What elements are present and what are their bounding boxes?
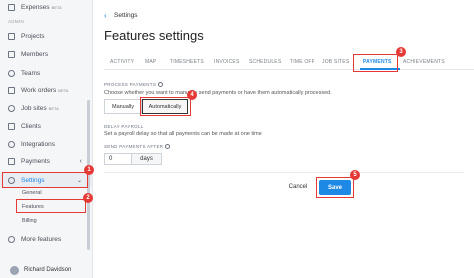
sidebar-item-payments[interactable]: Payments ‹ — [0, 154, 92, 168]
sidebar-item-label: Job sites — [21, 104, 47, 112]
sidebar: Expenses BETA ADMIN Projects Members Tea… — [0, 0, 93, 278]
highlight-save — [316, 177, 354, 198]
sidebar-item-label: More features — [21, 235, 62, 243]
teams-icon — [8, 69, 15, 77]
sidebar-item-job-sites[interactable]: Job sites BETA — [0, 101, 92, 115]
tab-bar: ACTIVITY MAP TIMESHEETS INVOICES SCHEDUL… — [104, 56, 474, 70]
days-unit: days — [132, 153, 162, 165]
expenses-icon — [8, 3, 15, 11]
delay-payroll-description: Set a payroll delay so that all payments… — [104, 131, 262, 137]
sidebar-item-members[interactable]: Members — [0, 47, 92, 61]
clients-icon — [8, 122, 15, 130]
annotation-badge-1: 1 — [84, 165, 94, 175]
sidebar-item-label: Projects — [21, 32, 45, 40]
back-arrow-icon[interactable]: ‹ — [104, 11, 107, 20]
tab-activity[interactable]: ACTIVITY — [110, 59, 134, 65]
tab-timesheets[interactable]: TIMESHEETS — [170, 59, 204, 65]
sidebar-item-work-orders[interactable]: Work orders BETA — [0, 83, 92, 97]
delay-payroll-label: DELAY PAYROLL — [104, 124, 144, 129]
beta-badge: BETA — [48, 105, 59, 111]
tab-time-off[interactable]: TIME OFF — [290, 59, 315, 65]
beta-badge: BETA — [51, 4, 62, 10]
tab-invoices[interactable]: INVOICES — [214, 59, 240, 65]
user-name: Richard Davidson — [24, 267, 72, 273]
folder-icon — [8, 32, 15, 40]
beta-badge: BETA — [58, 87, 69, 93]
highlight-settings — [2, 172, 88, 188]
integrations-icon — [8, 140, 15, 148]
sidebar-item-expenses[interactable]: Expenses BETA — [0, 0, 92, 14]
sidebar-item-label: Teams — [21, 69, 41, 77]
sidebar-item-integrations[interactable]: Integrations — [0, 137, 92, 151]
manually-option[interactable]: Manually — [104, 99, 142, 114]
user-profile[interactable]: Richard Davidson — [0, 262, 92, 278]
sidebar-item-label: Work orders — [21, 86, 57, 94]
sidebar-section-admin: ADMIN — [8, 19, 24, 24]
sidebar-item-more-features[interactable]: More features — [0, 232, 92, 246]
sidebar-item-clients[interactable]: Clients — [0, 119, 92, 133]
process-payments-label: PROCESS PAYMENTS — [104, 82, 164, 88]
process-payments-description: Choose whether you want to manually send… — [104, 90, 332, 96]
sidebar-item-label: Integrations — [21, 140, 55, 148]
annotation-badge-5: 5 — [350, 170, 360, 180]
sidebar-subitem-billing[interactable]: Billing — [22, 215, 37, 226]
avatar — [10, 265, 19, 275]
plus-icon — [8, 235, 15, 243]
annotation-badge-2: 2 — [83, 193, 93, 203]
annotation-badge-3: 3 — [396, 47, 406, 57]
sidebar-subitem-general[interactable]: General — [22, 187, 42, 198]
tab-schedules[interactable]: SCHEDULES — [249, 59, 281, 65]
highlight-automatically — [140, 97, 191, 116]
location-pin-icon — [8, 104, 15, 112]
work-orders-icon — [8, 86, 15, 94]
highlight-payments-tab — [353, 54, 398, 72]
days-input[interactable]: 0 — [104, 153, 132, 165]
sidebar-item-label: Expenses — [21, 3, 50, 11]
annotation-badge-4: 4 — [187, 90, 197, 100]
tab-job-sites[interactable]: JOB SITES — [322, 59, 349, 65]
sidebar-item-teams[interactable]: Teams — [0, 66, 92, 80]
sidebar-item-label: Payments — [21, 157, 50, 165]
breadcrumb[interactable]: Settings — [114, 12, 138, 19]
chevron-left-icon: ‹ — [79, 157, 82, 165]
tab-achievements[interactable]: ACHIEVEMENTS — [403, 59, 445, 65]
cancel-button[interactable]: Cancel — [284, 180, 312, 194]
info-icon[interactable] — [165, 144, 171, 150]
send-payments-after-label: SEND PAYMENTS AFTER — [104, 144, 171, 150]
payments-icon — [8, 157, 15, 165]
page-title: Features settings — [104, 28, 204, 43]
highlight-features — [16, 199, 86, 213]
sidebar-item-projects[interactable]: Projects — [0, 29, 92, 43]
members-icon — [8, 50, 15, 58]
sidebar-item-label: Clients — [21, 122, 41, 130]
info-icon[interactable] — [158, 82, 164, 88]
tab-map[interactable]: MAP — [145, 59, 156, 65]
divider — [104, 172, 464, 173]
sidebar-item-label: Members — [21, 50, 49, 58]
